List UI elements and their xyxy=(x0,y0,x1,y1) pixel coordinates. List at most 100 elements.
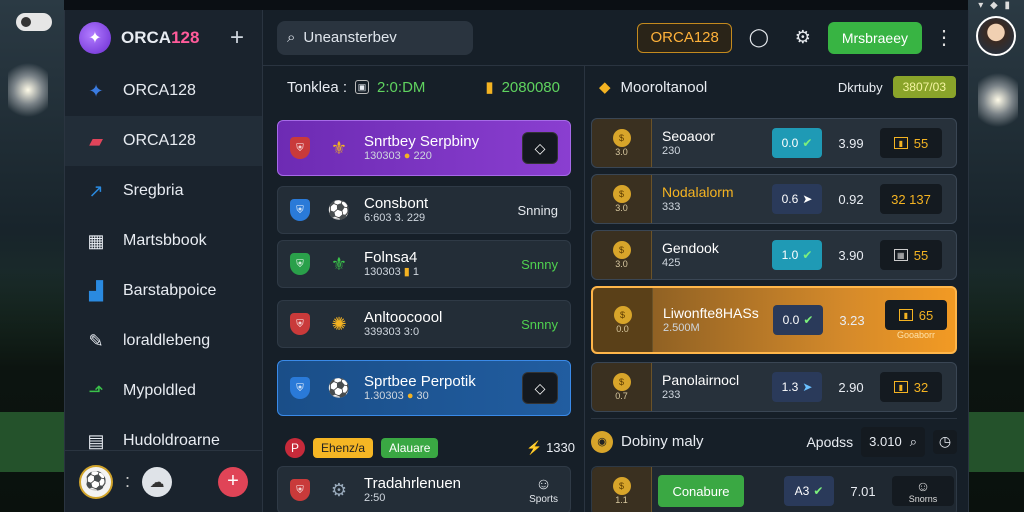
shield-icon: ⛨ xyxy=(290,253,310,275)
ticket-icon: ▮ xyxy=(898,309,913,321)
separator-dots: : xyxy=(125,471,131,491)
sidebar-item-0[interactable]: ✦ ORCA128 xyxy=(65,66,262,116)
matches-panel: Tonklea : ▣ 2:0:DM ▮ 2080080 ⛨ ⚜ Snrtbey… xyxy=(263,66,585,512)
ball-avatar-icon[interactable]: ⚽ xyxy=(79,464,113,499)
filter-chip[interactable]: Ehenz/a xyxy=(313,438,374,458)
odds-row-tag: $3.0 xyxy=(592,119,652,167)
check-icon: ✔ xyxy=(802,248,813,262)
stake-button[interactable]: 32 137 xyxy=(880,184,942,214)
brand-logo-icon[interactable]: ✦ xyxy=(79,22,111,54)
odds-button[interactable]: 1.0 ✔ xyxy=(772,240,822,270)
filter-count: ⚡ 1330 xyxy=(526,440,575,455)
send-icon: ➤ xyxy=(802,380,813,394)
bet-action-button[interactable]: ◇ xyxy=(522,372,558,404)
search-box[interactable]: ⌕ xyxy=(277,20,473,55)
pin-icon: P xyxy=(285,438,305,458)
confirm-button[interactable]: Conabure xyxy=(658,475,744,507)
calendar-icon: ▣ xyxy=(355,80,370,94)
odds-row-tag: $0.7 xyxy=(592,363,652,411)
matches-header-count: 2080080 xyxy=(501,78,560,96)
search-input[interactable] xyxy=(303,29,454,46)
odds-row-tag: $1.1 xyxy=(592,467,652,512)
crowd-left xyxy=(0,272,70,512)
sidebar-item-5[interactable]: ✎ loraldlebeng xyxy=(65,316,262,366)
sidebar-item-3[interactable]: ▦ Martsbbook xyxy=(65,216,262,266)
match-text: Consbont 6:603 3. 229 xyxy=(364,195,429,225)
odds-header-badge: 3807/03 xyxy=(892,76,956,98)
user-avatar[interactable] xyxy=(976,16,1016,56)
soccer-ball-icon: ⚽ xyxy=(327,199,351,220)
coin-icon: $ xyxy=(613,306,632,324)
stake-button[interactable]: ☺ Snorns xyxy=(892,476,954,506)
stake-button[interactable]: ▦ 55 xyxy=(880,240,942,270)
theme-toggle[interactable] xyxy=(16,13,52,31)
brand-pill[interactable]: ORCA128 xyxy=(637,22,732,53)
more-menu-icon[interactable]: ⋮ xyxy=(934,25,954,50)
amount-button[interactable]: 3.010 ⌕ xyxy=(861,426,925,457)
ticket-icon: ▮ xyxy=(893,381,908,393)
odds-value: 3.90 xyxy=(838,247,864,263)
odds-button[interactable]: 1.3 ➤ xyxy=(772,372,822,402)
odds-row[interactable]: $1.1 Conabure A3 ✔ 7.01 ☺ Snorns xyxy=(591,466,957,512)
sidebar-item-2[interactable]: ↗ Sregbria xyxy=(65,166,262,216)
matches-header-label: Tonklea : xyxy=(287,78,348,96)
info-icon[interactable]: ◷ xyxy=(933,429,957,454)
match-card[interactable]: ⛨ ⚜ Snrtbey Serpbiny 130303 ● 220 ◇ xyxy=(277,120,571,176)
coin-icon: $ xyxy=(612,129,631,147)
odds-button[interactable]: 0.0 ✔ xyxy=(773,305,823,335)
odds-row-highlighted[interactable]: $0.0 Liwonfte8HASs 2.500M 0.0 ✔ 3.23 ▮ 65 G… xyxy=(591,286,957,354)
send-icon: ➤ xyxy=(802,192,813,206)
chat-icon[interactable]: ☁ xyxy=(142,466,173,497)
check-icon: ✔ xyxy=(802,136,813,150)
match-card[interactable]: ⛨ ⚽ Sprtbee Perpotik 1.30303 ● 30 ◇ xyxy=(277,360,571,416)
stake-button[interactable]: ▮ 32 xyxy=(880,372,942,402)
match-text: Folnsa4 130303 ▮ 1 xyxy=(364,249,420,279)
odds-button[interactable]: 0.0 ✔ xyxy=(772,128,822,158)
team-crest-icon: ⚜ xyxy=(330,253,348,274)
odds-value: 7.01 xyxy=(850,483,876,499)
match-status: Snning xyxy=(517,202,558,218)
grid-icon: ▦ xyxy=(893,249,908,261)
match-card[interactable]: ⛨ ⚜ Folnsa4 130303 ▮ 1 Snnny xyxy=(277,240,571,288)
filter-chip[interactable]: Alauare xyxy=(381,438,439,458)
odds-row[interactable]: $3.0 Nodalalorm 333 0.6 ➤ 0.92 32 137 xyxy=(591,174,957,224)
match-card[interactable]: ⛨ ⚽ Consbont 6:603 3. 229 Snning xyxy=(277,186,571,234)
match-text: Tradahrlenuen 2:50 xyxy=(364,475,462,505)
odds-row[interactable]: $3.0 Gendook 425 1.0 ✔ 3.90 ▦ 55 xyxy=(591,230,957,280)
shield-icon: ⛨ xyxy=(290,313,310,335)
add-icon[interactable]: + xyxy=(230,24,244,52)
match-status: ☺ Sports xyxy=(529,475,558,505)
odds-button[interactable]: 0.6 ➤ xyxy=(772,184,822,214)
table-icon: ▤ xyxy=(87,430,105,451)
odds-row[interactable]: $0.7 Panolairnocl 233 1.3 ➤ 2.90 ▮ 32 xyxy=(591,362,957,412)
team-crest-icon: ⚙ xyxy=(330,479,348,500)
match-card[interactable]: ⛨ ✺ Anltoocoool 339303 3:0 Snnny xyxy=(277,300,571,348)
odds-header: ◆ Mooroltanool Dkrtuby 3807/03 xyxy=(585,66,970,108)
message-icon[interactable]: ◯ xyxy=(742,21,776,55)
cta-button[interactable]: Mrsbraeey xyxy=(827,21,922,54)
star-icon: ✦ xyxy=(88,80,104,101)
odds-header-label: Dkrtuby xyxy=(837,79,883,95)
sidebar-item-6[interactable]: ⬏ Mypoldled xyxy=(65,366,262,416)
shield-icon: ⛨ xyxy=(290,199,310,221)
match-card[interactable]: ⛨ ⚙ Tradahrlenuen 2:50 ☺ Sports xyxy=(277,466,571,512)
shield-icon: ⛨ xyxy=(290,479,310,501)
ticket-icon: ▮ xyxy=(485,79,494,96)
add-bet-button[interactable]: + xyxy=(218,466,248,497)
sidebar-item-4[interactable]: ▟ Barstabpoice xyxy=(65,266,262,316)
settings-icon[interactable]: ⚙ xyxy=(786,21,820,55)
brand-name: ORCA128 xyxy=(121,28,200,47)
sidebar-item-1[interactable]: ▰ ORCA128 xyxy=(65,116,262,166)
pitch-left xyxy=(0,412,70,472)
odds-row-tag: $0.0 xyxy=(593,288,653,352)
header: ⌕ ORCA128 ◯ ⚙ Mrsbraeey ⋮ xyxy=(263,10,968,66)
stake-button[interactable]: ▮ 55 xyxy=(880,128,942,158)
stake-column: ▮ 65 Gooaborr xyxy=(885,300,947,340)
bet-action-button[interactable]: ◇ xyxy=(522,132,558,164)
matches-header-time: 2:0:DM xyxy=(377,78,426,96)
coin-icon: $ xyxy=(612,241,631,259)
odds-row[interactable]: $3.0 Seoaoor 230 0.0 ✔ 3.99 ▮ 55 xyxy=(591,118,957,168)
stake-button[interactable]: ▮ 65 xyxy=(885,300,947,330)
odds-button[interactable]: A3 ✔ xyxy=(784,476,834,506)
coin-icon: $ xyxy=(612,373,631,391)
